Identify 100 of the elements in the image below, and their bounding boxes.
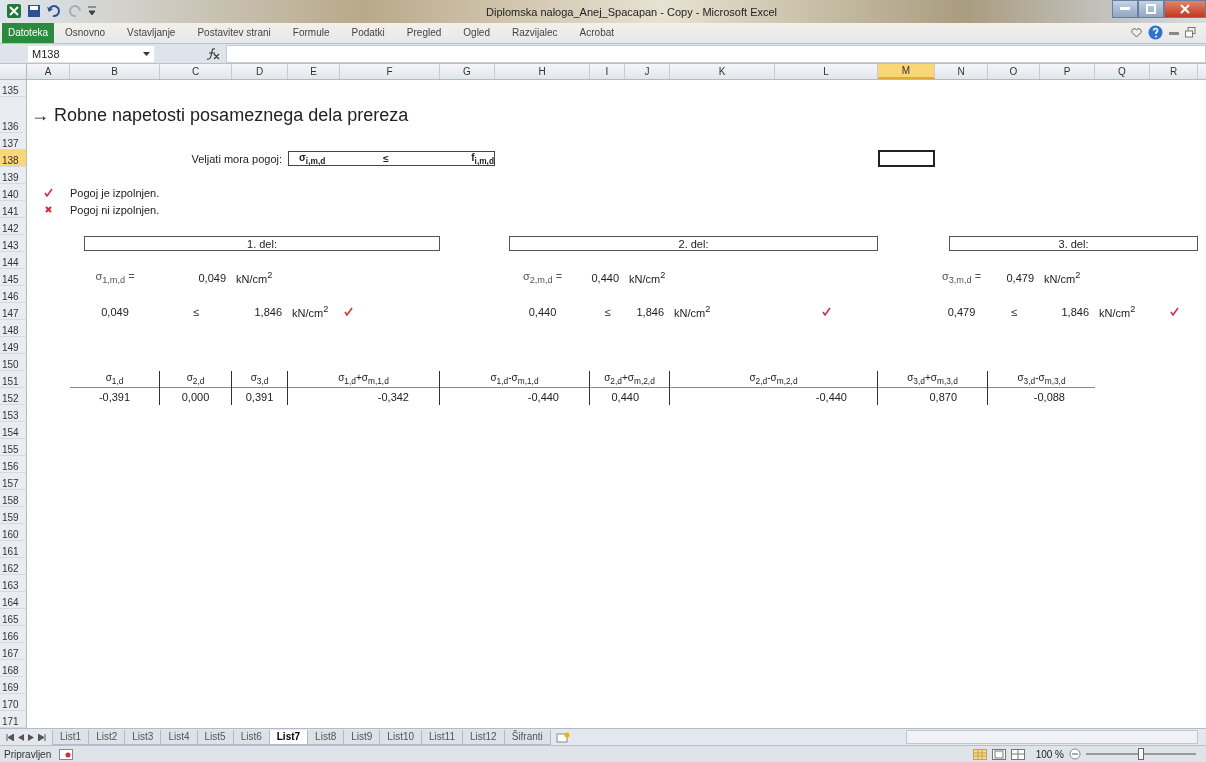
sheet-tab[interactable]: List12 — [462, 729, 505, 745]
minimize-button[interactable] — [1112, 0, 1138, 18]
ribbon-tab[interactable]: Acrobat — [568, 27, 626, 39]
row-header[interactable]: 159 — [0, 507, 27, 525]
column-header[interactable]: C — [160, 64, 232, 80]
row-header[interactable]: 140 — [0, 184, 27, 202]
previous-sheet-icon[interactable] — [18, 733, 24, 741]
row-header[interactable]: 152 — [0, 388, 27, 406]
undo-icon[interactable] — [46, 4, 62, 19]
name-box[interactable]: M138 — [28, 45, 154, 62]
row-header[interactable]: 149 — [0, 337, 27, 355]
row-header[interactable]: 164 — [0, 592, 27, 610]
row-header[interactable]: 150 — [0, 354, 27, 372]
row-header[interactable]: 170 — [0, 694, 27, 712]
close-button[interactable] — [1164, 0, 1206, 18]
column-header[interactable]: I — [590, 64, 625, 80]
sheet-tab[interactable]: List3 — [124, 729, 162, 745]
heart-icon[interactable] — [1131, 27, 1142, 38]
sheet-tab[interactable]: List6 — [232, 729, 270, 745]
column-header[interactable]: P — [1040, 64, 1095, 80]
column-header[interactable]: A — [27, 64, 70, 80]
restore-icon[interactable] — [1185, 27, 1196, 39]
macro-record-icon[interactable] — [59, 748, 74, 760]
row-header[interactable]: 168 — [0, 660, 27, 678]
row-header[interactable]: 138 — [0, 150, 27, 168]
row-header[interactable]: 139 — [0, 167, 27, 185]
column-header[interactable]: G — [440, 64, 495, 80]
column-header[interactable]: D — [232, 64, 288, 80]
page-layout-icon[interactable] — [991, 748, 1006, 760]
spreadsheet-logo-icon[interactable] — [6, 3, 22, 20]
row-header[interactable]: 146 — [0, 286, 27, 304]
dropdown-arrow-icon[interactable] — [143, 51, 150, 56]
row-header[interactable]: 161 — [0, 541, 27, 559]
sheet-tab[interactable]: List8 — [307, 729, 345, 745]
row-header[interactable]: 156 — [0, 456, 27, 474]
help-icon[interactable] — [1148, 25, 1163, 41]
column-header[interactable]: R — [1150, 64, 1198, 80]
ribbon-tab[interactable]: Formule — [281, 27, 341, 39]
row-header[interactable]: 162 — [0, 558, 27, 576]
column-header[interactable]: B — [70, 64, 160, 80]
column-header[interactable]: Q — [1095, 64, 1150, 80]
row-header[interactable]: 151 — [0, 371, 27, 389]
first-sheet-icon[interactable] — [6, 733, 14, 741]
row-header[interactable]: 160 — [0, 524, 27, 542]
column-header[interactable]: H — [495, 64, 590, 80]
sheet-tab[interactable]: Šifranti — [503, 729, 551, 745]
row-header[interactable]: 167 — [0, 643, 27, 661]
ribbon-tab[interactable]: Ogled — [452, 27, 501, 39]
row-header[interactable]: 148 — [0, 320, 27, 338]
row-header[interactable]: 147 — [0, 303, 27, 321]
horizontal-scrollbar[interactable] — [906, 730, 1198, 745]
column-header[interactable]: O — [988, 64, 1040, 80]
next-sheet-icon[interactable] — [28, 733, 34, 741]
zoom-level[interactable]: 100 % — [1035, 748, 1064, 760]
sheet-tab[interactable]: List9 — [343, 729, 381, 745]
row-header[interactable]: 157 — [0, 473, 27, 491]
last-sheet-icon[interactable] — [38, 733, 46, 741]
sheet-tab[interactable]: List10 — [379, 729, 423, 745]
column-header[interactable]: F — [340, 64, 440, 80]
row-header[interactable]: 165 — [0, 609, 27, 627]
column-header[interactable]: E — [288, 64, 340, 80]
ribbon-tab[interactable]: Osnovno — [54, 27, 117, 39]
ribbon-tab[interactable]: Pregled — [395, 27, 453, 39]
ribbon-tab[interactable]: Vstavljanje — [116, 27, 187, 39]
row-header[interactable]: 137 — [0, 133, 27, 151]
row-header[interactable]: 158 — [0, 490, 27, 508]
sheet-tab[interactable]: List4 — [160, 729, 198, 745]
row-header[interactable]: 154 — [0, 422, 27, 440]
row-header[interactable]: 142 — [0, 218, 27, 236]
ribbon-tab[interactable]: Podatki — [340, 27, 396, 39]
row-header[interactable]: 169 — [0, 677, 27, 695]
row-header[interactable]: 141 — [0, 201, 27, 219]
row-header[interactable]: 145 — [0, 269, 27, 287]
row-header[interactable]: 136 — [0, 97, 27, 134]
zoom-slider-thumb[interactable] — [1138, 748, 1144, 760]
row-header[interactable]: 135 — [0, 80, 27, 98]
column-header[interactable]: N — [935, 64, 988, 80]
page-break-icon[interactable] — [1010, 748, 1025, 760]
row-header[interactable]: 166 — [0, 626, 27, 644]
row-header[interactable]: 153 — [0, 405, 27, 423]
sheet-tab[interactable]: List1 — [52, 729, 90, 745]
row-header[interactable]: 144 — [0, 252, 27, 270]
sheet-tab[interactable]: List7 — [268, 729, 309, 745]
row-header[interactable]: 155 — [0, 439, 27, 457]
selected-cell[interactable] — [878, 150, 935, 168]
customize-dropdown-icon[interactable] — [88, 6, 96, 17]
column-header[interactable]: M — [878, 64, 935, 80]
row-header[interactable]: 171 — [0, 711, 27, 729]
row-header[interactable]: 143 — [0, 235, 27, 253]
file-tab[interactable]: Datoteka — [2, 22, 55, 43]
ribbon-tab[interactable]: Razvijalec — [501, 27, 569, 39]
maximize-button[interactable] — [1138, 0, 1164, 18]
sheet-tab[interactable]: List11 — [421, 729, 463, 745]
insert-function-icon[interactable] — [206, 47, 220, 60]
ribbon-tab[interactable]: Postavitev strani — [186, 27, 282, 39]
column-header[interactable]: J — [625, 64, 670, 80]
sheet-tab[interactable]: List2 — [88, 729, 126, 745]
row-header[interactable]: 163 — [0, 575, 27, 593]
formula-field[interactable] — [226, 44, 1206, 63]
zoom-out-icon[interactable] — [1069, 748, 1081, 760]
